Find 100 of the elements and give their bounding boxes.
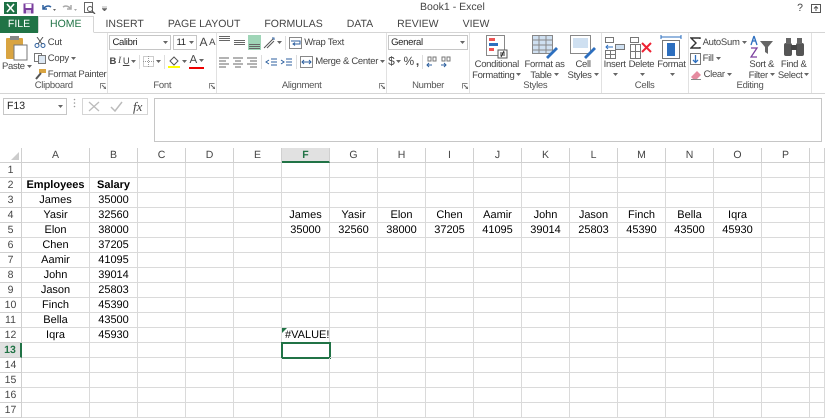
print-preview-icon[interactable] xyxy=(84,2,96,14)
column-header[interactable]: L xyxy=(570,148,618,163)
ribbon-tab[interactable]: VIEW xyxy=(450,16,502,33)
row-header[interactable]: 3 xyxy=(0,193,22,208)
column-header[interactable]: J xyxy=(474,148,522,163)
row-header[interactable]: 14 xyxy=(0,358,22,373)
format-painter-button[interactable]: Format Painter xyxy=(34,67,106,82)
active-cell[interactable] xyxy=(282,343,330,358)
save-icon[interactable] xyxy=(23,2,34,14)
row-header[interactable]: 10 xyxy=(0,298,22,313)
ribbon-tab[interactable]: REVIEW xyxy=(385,16,451,33)
table-cell: 37205 xyxy=(90,238,138,253)
empty-cell xyxy=(90,373,138,388)
vertical-align-button[interactable] xyxy=(248,35,262,50)
file-tab[interactable]: FILE xyxy=(0,16,38,33)
ribbon-tab[interactable]: PAGE LAYOUT xyxy=(156,16,252,33)
delete-button[interactable]: Delete xyxy=(628,35,656,81)
cell-styles-button[interactable]: Cell Styles xyxy=(566,35,600,81)
row-header[interactable]: 15 xyxy=(0,373,22,388)
underline-button[interactable]: U xyxy=(122,54,136,69)
format-button[interactable]: Format xyxy=(656,35,687,81)
row-header[interactable]: 1 xyxy=(0,163,22,178)
restore-icon[interactable] xyxy=(811,4,821,12)
empty-cell xyxy=(186,253,234,268)
column-header[interactable]: I xyxy=(426,148,474,163)
italic-button[interactable]: I xyxy=(118,54,121,69)
clear-button[interactable]: Clear xyxy=(690,67,747,82)
column-header[interactable]: O xyxy=(714,148,762,163)
shrink-font-button[interactable]: A xyxy=(209,35,216,50)
increase-decimal-button[interactable] xyxy=(426,54,438,69)
column-header[interactable]: C xyxy=(138,148,186,163)
dialog-launcher-icon[interactable] xyxy=(100,83,106,89)
row-header[interactable]: 9 xyxy=(0,283,22,298)
column-header[interactable]: D xyxy=(186,148,234,163)
row-header[interactable]: 16 xyxy=(0,388,22,403)
help-button[interactable]: ? xyxy=(797,2,803,14)
customize-toolbar-icon[interactable] xyxy=(102,6,107,10)
ribbon-tab[interactable]: FORMULAS xyxy=(252,16,335,33)
row-header[interactable]: 8 xyxy=(0,268,22,283)
decrease-decimal-button[interactable] xyxy=(440,54,452,69)
autosum-button[interactable]: AutoSum xyxy=(690,35,747,50)
column-header[interactable]: B xyxy=(90,148,138,163)
empty-cell xyxy=(714,283,762,298)
column-header[interactable]: G xyxy=(330,148,378,163)
row-header[interactable]: 5 xyxy=(0,223,22,238)
indent-icon xyxy=(280,56,294,68)
insert-function-button[interactable]: fx xyxy=(133,98,142,114)
empty-cell xyxy=(186,268,234,283)
wrap-text-button[interactable]: Wrap Text xyxy=(289,35,344,50)
grow-font-button[interactable]: A xyxy=(199,35,208,50)
column-header[interactable]: F xyxy=(282,148,330,163)
orientation-button[interactable] xyxy=(263,35,282,50)
column-header[interactable]: K xyxy=(522,148,570,163)
row-header[interactable]: 17 xyxy=(0,403,22,418)
sort-filter-button[interactable]: Sort & Filter xyxy=(748,35,776,81)
formula-field[interactable] xyxy=(154,98,822,142)
fill-button[interactable]: Fill xyxy=(690,51,747,66)
borders-button[interactable] xyxy=(143,54,162,69)
undo-icon[interactable] xyxy=(40,3,56,13)
empty-cell xyxy=(378,328,426,343)
merge-center-button[interactable]: Merge & Center xyxy=(300,54,386,69)
font-name-field[interactable]: Calibri xyxy=(109,35,172,50)
group-label: Cells xyxy=(634,80,654,91)
row-header[interactable]: 4 xyxy=(0,208,22,223)
row-header[interactable]: 11 xyxy=(0,313,22,328)
column-header[interactable]: N xyxy=(666,148,714,163)
ribbon-tab[interactable]: DATA xyxy=(334,16,386,33)
dialog-launcher-icon[interactable] xyxy=(462,83,468,89)
ribbon-tab[interactable]: HOME xyxy=(38,16,94,33)
currency-button[interactable]: $ xyxy=(388,54,402,69)
percent-button[interactable]: % xyxy=(403,54,414,69)
row-header[interactable]: 2 xyxy=(0,178,22,193)
row-header[interactable]: 13 xyxy=(0,343,22,358)
dialog-launcher-icon[interactable] xyxy=(379,83,386,89)
conditional-formatting-button[interactable]: Conditional Formatting xyxy=(471,35,522,81)
insert-button[interactable]: Insert xyxy=(602,35,627,81)
row-header[interactable]: 6 xyxy=(0,238,22,253)
format-as-table-button[interactable]: Format as Table xyxy=(523,35,566,81)
fill-color-button[interactable] xyxy=(168,54,188,69)
empty-cell xyxy=(762,223,810,238)
paste-button[interactable]: Paste xyxy=(1,35,33,72)
comma-style-button[interactable]: , xyxy=(416,54,419,69)
font-size-field[interactable]: 11 xyxy=(173,35,198,50)
column-header[interactable]: P xyxy=(762,148,810,163)
column-header[interactable]: H xyxy=(378,148,426,163)
font-color-button[interactable]: A xyxy=(189,54,204,69)
column-header[interactable]: M xyxy=(618,148,666,163)
empty-cell xyxy=(474,283,522,298)
name-box[interactable]: F13 xyxy=(3,98,67,115)
copy-button[interactable]: Copy xyxy=(34,51,106,66)
dialog-launcher-icon[interactable] xyxy=(209,83,216,89)
cut-button[interactable]: Cut xyxy=(34,35,106,50)
column-header[interactable]: A xyxy=(22,148,90,163)
bold-button[interactable]: B xyxy=(109,54,116,69)
empty-cell xyxy=(522,193,570,208)
number-format-field[interactable]: General xyxy=(388,35,468,50)
empty-cell xyxy=(282,403,330,418)
ribbon-tab[interactable]: INSERT xyxy=(94,16,156,33)
row-header[interactable]: 7 xyxy=(0,253,22,268)
find-select-button[interactable]: Find & Select xyxy=(776,35,810,81)
